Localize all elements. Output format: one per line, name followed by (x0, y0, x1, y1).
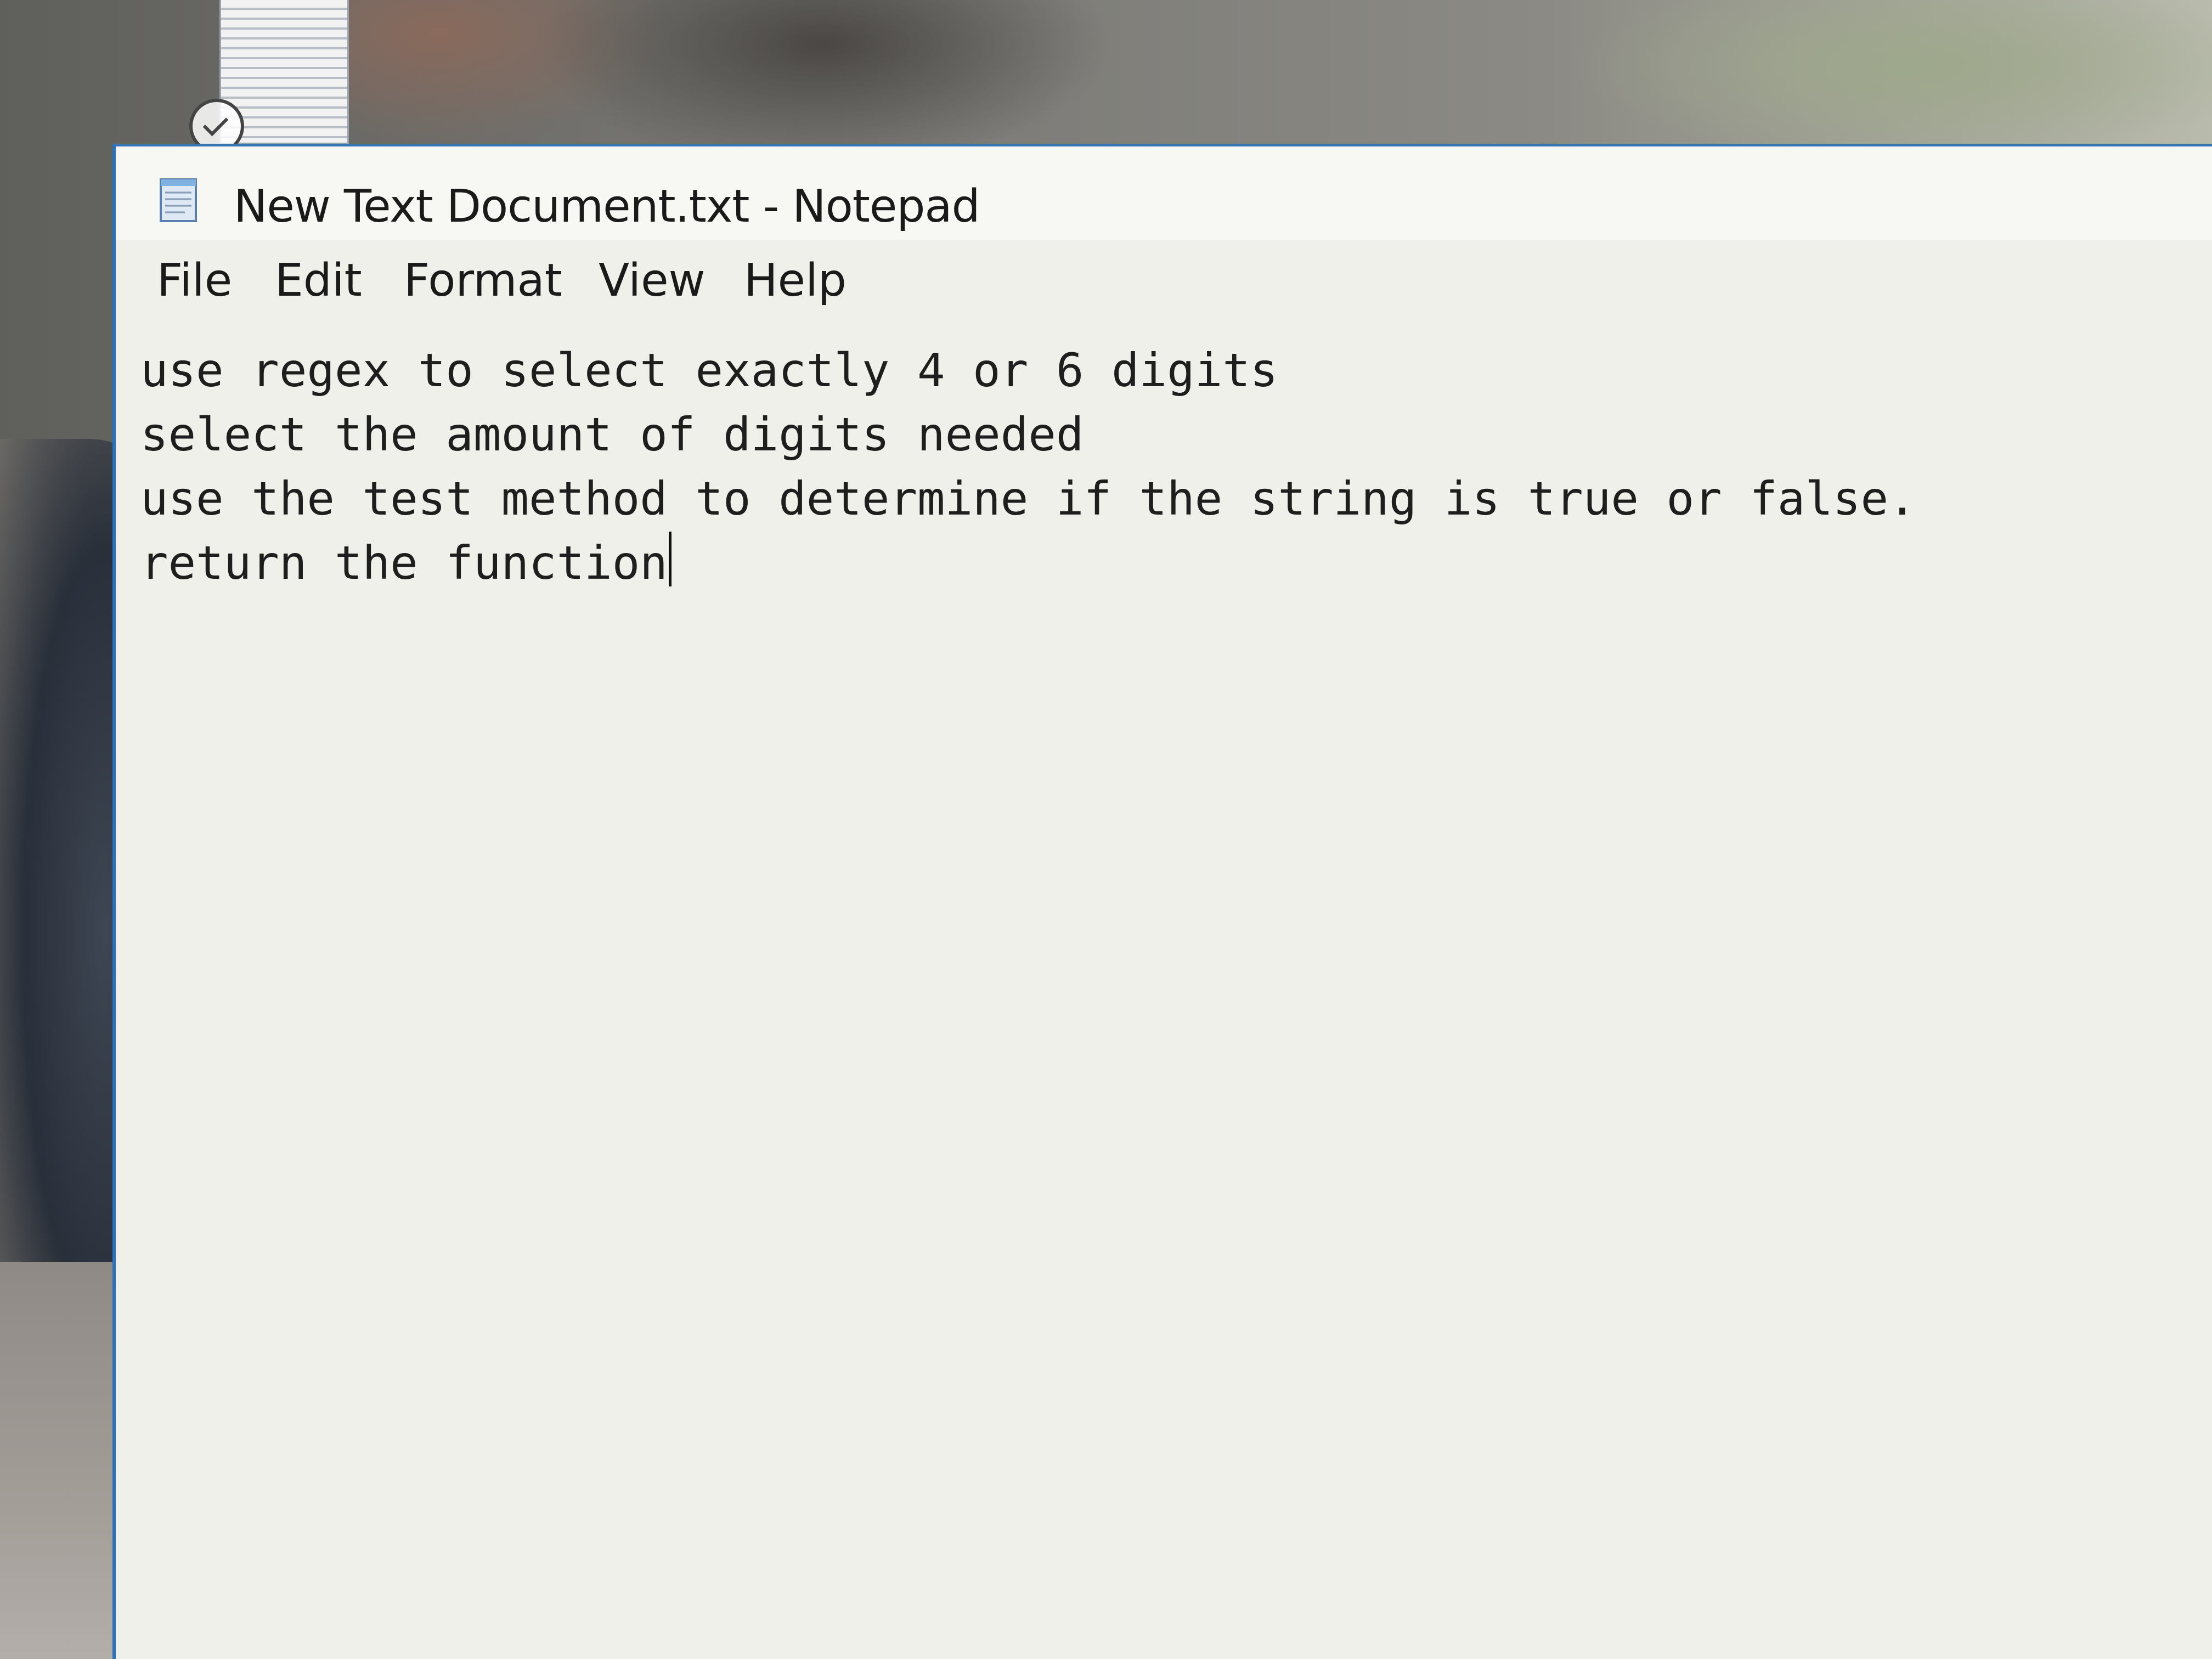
text-line-4: return the function (140, 531, 2181, 595)
window-title: New Text Document.txt - Notepad (234, 180, 980, 233)
menu-help[interactable]: Help (738, 251, 852, 311)
title-bar[interactable]: New Text Document.txt - Notepad (116, 146, 2212, 240)
menu-format[interactable]: Format (398, 251, 568, 311)
notepad-icon (160, 178, 197, 222)
text-line-1: use regex to select exactly 4 or 6 digit… (140, 343, 1278, 397)
text-line-3: use the test method to determine if the … (140, 472, 1916, 526)
menu-view[interactable]: View (593, 251, 711, 311)
menu-bar: File Edit Format View Help (116, 251, 2212, 317)
text-caret (668, 532, 672, 586)
menu-file[interactable]: File (151, 251, 238, 311)
text-line-4-content: return the function (140, 536, 668, 590)
notepad-window: New Text Document.txt - Notepad File Edi… (112, 144, 2212, 1659)
menu-edit[interactable]: Edit (269, 251, 368, 311)
text-line-2: select the amount of digits needed (140, 408, 1084, 461)
text-editor[interactable]: use regex to select exactly 4 or 6 digit… (140, 338, 2181, 1633)
